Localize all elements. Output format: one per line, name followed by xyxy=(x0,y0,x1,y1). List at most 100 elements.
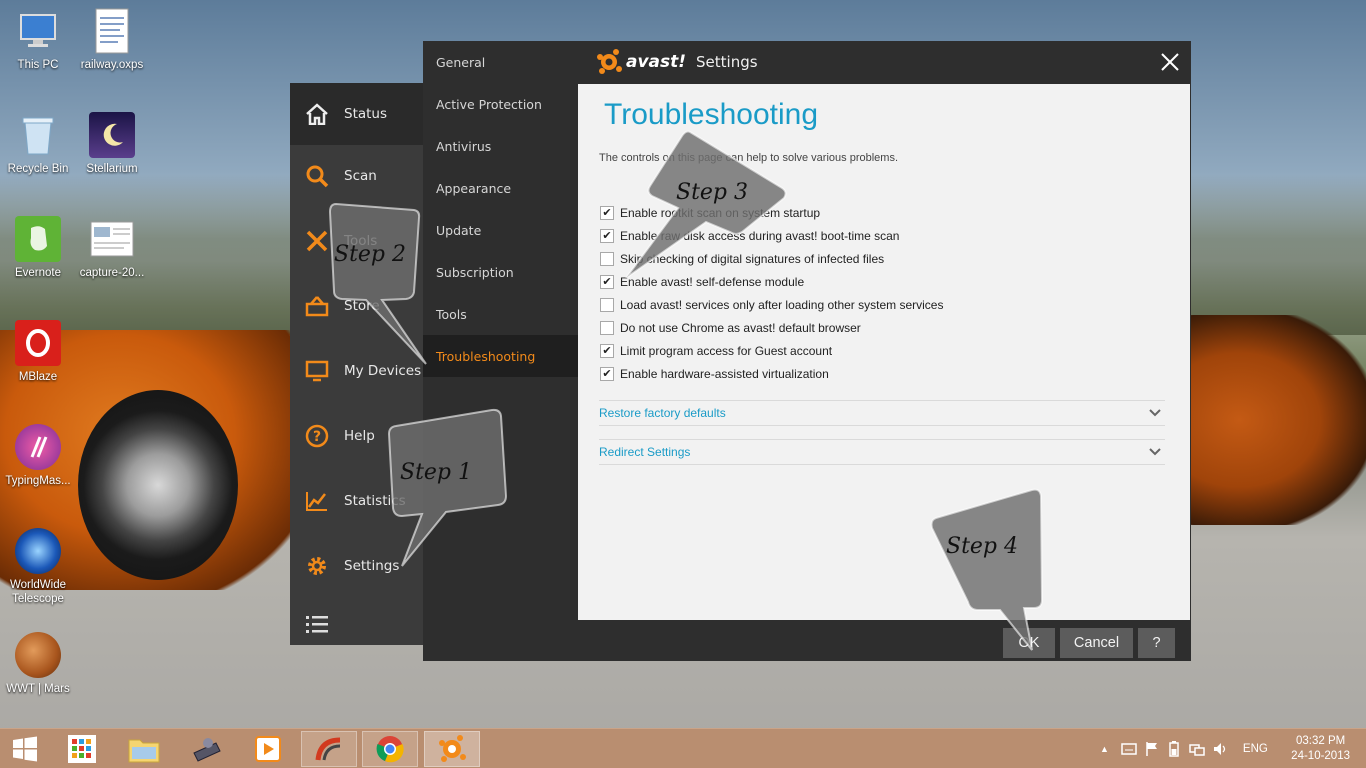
language-indicator[interactable]: ENG xyxy=(1243,743,1268,755)
cancel-button[interactable]: Cancel xyxy=(1060,628,1133,658)
keyboard-icon[interactable] xyxy=(1121,742,1137,756)
windows-logo-icon xyxy=(13,736,37,762)
settings-menu-general[interactable]: General xyxy=(423,41,578,83)
close-icon xyxy=(1161,53,1179,71)
home-icon xyxy=(304,101,330,127)
document-icon xyxy=(89,8,135,54)
desktop-icon-recycle-bin[interactable]: Recycle Bin xyxy=(0,112,76,176)
avast-logo: avast! xyxy=(596,49,686,75)
checkbox-checked[interactable]: ✔ xyxy=(600,229,614,243)
basket-icon xyxy=(304,293,330,319)
option-limit-guest-access[interactable]: ✔ Limit program access for Guest account xyxy=(600,342,832,360)
nav-tools[interactable]: Tools xyxy=(290,210,425,272)
nav-help[interactable]: ? Help xyxy=(290,405,425,467)
apps-grid-icon xyxy=(68,735,96,763)
taskbar-media-player[interactable] xyxy=(240,731,296,767)
desktop-wallpaper-wheel xyxy=(78,390,238,580)
option-self-defense[interactable]: ✔ Enable avast! self-defense module xyxy=(600,273,804,291)
checkbox-unchecked[interactable] xyxy=(600,252,614,266)
app-curve-icon xyxy=(315,737,341,761)
svg-text:?: ? xyxy=(313,429,321,445)
stellarium-icon xyxy=(89,112,135,158)
nav-my-devices[interactable]: My Devices xyxy=(290,340,425,402)
checkbox-checked[interactable]: ✔ xyxy=(600,206,614,220)
help-button[interactable]: ? xyxy=(1138,628,1175,658)
avast-logo-icon xyxy=(597,49,622,74)
nav-store[interactable]: Store xyxy=(290,275,425,337)
clock-date: 24-10-2013 xyxy=(1291,750,1350,762)
desktop-icon-worldwide-telescope[interactable]: WorldWide Telescope xyxy=(0,528,76,606)
battery-icon[interactable] xyxy=(1167,741,1181,757)
section-restore-factory-defaults[interactable]: Restore factory defaults xyxy=(599,400,1165,426)
nav-statistics[interactable]: Statistics xyxy=(290,470,425,532)
page-title: Troubleshooting xyxy=(604,98,819,131)
recycle-bin-icon xyxy=(15,112,61,158)
show-hidden-icons-icon[interactable]: ▲ xyxy=(1100,744,1109,754)
section-redirect-settings[interactable]: Redirect Settings xyxy=(599,439,1165,465)
checkbox-checked[interactable]: ✔ xyxy=(600,275,614,289)
checkbox-unchecked[interactable] xyxy=(600,298,614,312)
image-file-icon xyxy=(89,216,135,262)
chevron-down-icon xyxy=(1149,448,1161,456)
option-rootkit-scan[interactable]: ✔ Enable rootkit scan on system startup xyxy=(600,204,820,222)
settings-menu-troubleshooting[interactable]: Troubleshooting xyxy=(423,335,578,377)
avast-main-window: Status Scan Tools Store My Devices ? Hel… xyxy=(290,83,425,645)
folder-icon xyxy=(128,739,160,763)
desktop-icon-capture[interactable]: capture-20... xyxy=(74,216,150,280)
settings-menu-tools[interactable]: Tools xyxy=(423,293,578,335)
monitor-icon xyxy=(304,358,330,384)
desktop-icon-this-pc[interactable]: This PC xyxy=(0,8,76,72)
taskbar-app-curve[interactable] xyxy=(301,731,357,767)
gear-icon xyxy=(304,553,330,579)
option-raw-disk-access[interactable]: ✔ Enable raw disk access during avast! b… xyxy=(600,227,899,245)
settings-menu-antivirus[interactable]: Antivirus xyxy=(423,125,578,167)
close-button[interactable] xyxy=(1155,47,1185,77)
desktop-icon-mblaze[interactable]: MBlaze xyxy=(0,320,76,384)
taskbar-file-explorer[interactable] xyxy=(116,731,172,767)
taskbar-start-screen[interactable] xyxy=(54,731,110,767)
start-button[interactable] xyxy=(0,731,50,767)
settings-menu-active-protection[interactable]: Active Protection xyxy=(423,83,578,125)
computer-icon xyxy=(15,8,61,54)
option-skip-signatures[interactable]: Skip checking of digital signatures of i… xyxy=(600,250,884,268)
play-icon xyxy=(255,736,281,762)
checkbox-unchecked[interactable] xyxy=(600,321,614,335)
ok-button[interactable]: OK xyxy=(1003,628,1055,658)
nav-scan[interactable]: Scan xyxy=(290,145,425,207)
clock[interactable]: 03:32 PM 24-10-2013 xyxy=(1291,734,1350,764)
nav-settings[interactable]: Settings xyxy=(290,535,425,597)
volume-icon[interactable] xyxy=(1213,742,1229,756)
taskbar-scanner-app[interactable] xyxy=(178,731,234,767)
settings-menu-update[interactable]: Update xyxy=(423,209,578,251)
nav-more[interactable] xyxy=(290,593,425,655)
settings-window: General Active Protection Antivirus Appe… xyxy=(423,41,1191,661)
checkbox-checked[interactable]: ✔ xyxy=(600,367,614,381)
page-description: The controls on this page can help to so… xyxy=(599,152,898,164)
option-load-services-late[interactable]: Load avast! services only after loading … xyxy=(600,296,943,314)
wrench-icon xyxy=(304,228,330,254)
desktop-icon-stellarium[interactable]: Stellarium xyxy=(74,112,150,176)
option-no-chrome-default[interactable]: Do not use Chrome as avast! default brow… xyxy=(600,319,861,337)
network-icon[interactable] xyxy=(1189,742,1205,756)
flag-icon[interactable] xyxy=(1145,741,1159,757)
typingmaster-icon xyxy=(15,424,61,470)
chart-icon xyxy=(304,488,330,514)
taskbar-chrome[interactable] xyxy=(362,731,418,767)
checkbox-checked[interactable]: ✔ xyxy=(600,344,614,358)
chrome-icon xyxy=(376,736,404,763)
help-icon: ? xyxy=(304,423,330,449)
desktop-icon-railway-oxps[interactable]: railway.oxps xyxy=(74,8,150,72)
settings-content: Troubleshooting The controls on this pag… xyxy=(578,84,1190,620)
settings-header: avast! Settings xyxy=(578,41,1191,83)
desktop-icon-typingmaster[interactable]: TypingMas... xyxy=(0,424,76,488)
mars-icon xyxy=(15,632,61,678)
desktop-icon-wwt-mars[interactable]: WWT | Mars xyxy=(0,632,76,696)
nav-status[interactable]: Status xyxy=(290,83,425,145)
settings-menu-subscription[interactable]: Subscription xyxy=(423,251,578,293)
avast-logo-text: avast! xyxy=(626,52,687,72)
option-hardware-virtualization[interactable]: ✔ Enable hardware-assisted virtualizatio… xyxy=(600,365,829,383)
desktop-icon-evernote[interactable]: Evernote xyxy=(0,216,76,280)
taskbar-avast[interactable] xyxy=(424,731,480,767)
settings-menu-appearance[interactable]: Appearance xyxy=(423,167,578,209)
system-tray: ▲ ENG xyxy=(1100,729,1268,768)
